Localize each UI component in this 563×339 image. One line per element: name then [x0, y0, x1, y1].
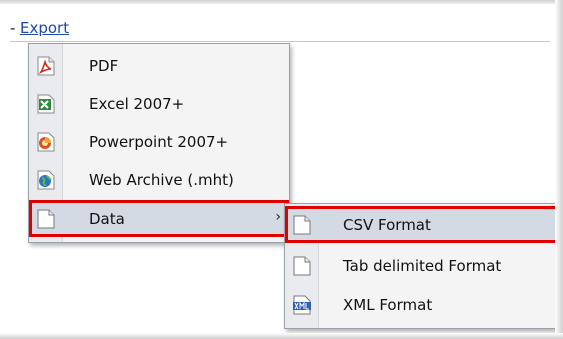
submenu-arrow-icon: ›: [275, 209, 281, 225]
menu-item-label: PDF: [89, 57, 119, 75]
menu-item-data[interactable]: Data ›: [29, 200, 289, 237]
menu-item-excel[interactable]: Excel 2007+: [29, 85, 289, 122]
menu-item-label: Web Archive (.mht): [89, 171, 234, 189]
menu-item-web-archive[interactable]: Web Archive (.mht): [29, 161, 289, 198]
window-bottom-shadow: [0, 333, 563, 339]
powerpoint-icon: [37, 132, 55, 152]
window-top-border: [0, 0, 563, 4]
menu-item-label: Tab delimited Format: [343, 257, 502, 275]
window-right-shadow: [555, 0, 563, 339]
collapse-dash[interactable]: -: [10, 19, 15, 37]
menu-item-label: CSV Format: [343, 216, 431, 234]
pdf-icon: [37, 56, 55, 76]
excel-icon: [37, 94, 55, 114]
menu-item-label: Data: [89, 210, 125, 228]
menu-item-tab-delimited-format[interactable]: Tab delimited Format: [285, 247, 558, 284]
document-icon: [37, 209, 55, 229]
menu-item-pdf[interactable]: PDF: [29, 47, 289, 84]
export-header: - Export: [10, 19, 550, 42]
menu-item-powerpoint[interactable]: Powerpoint 2007+: [29, 123, 289, 160]
web-archive-icon: [37, 170, 55, 190]
export-menu: PDF Excel 2007+ Powerpoint 2007+ Web Arc…: [28, 43, 290, 243]
data-submenu: CSV Format Tab delimited Format XML Form…: [284, 203, 559, 329]
menu-item-label: Excel 2007+: [89, 95, 185, 113]
document-icon: [293, 215, 311, 235]
menu-item-label: XML Format: [343, 296, 433, 314]
document-icon: [293, 256, 311, 276]
menu-item-xml-format[interactable]: XML Format: [285, 286, 558, 323]
export-window: - Export PDF Excel 2007+ Powerpoint 2007…: [0, 0, 563, 339]
menu-item-label: Powerpoint 2007+: [89, 133, 229, 151]
menu-item-csv-format[interactable]: CSV Format: [285, 206, 558, 243]
xml-icon: [293, 295, 311, 315]
export-link[interactable]: Export: [20, 19, 69, 37]
